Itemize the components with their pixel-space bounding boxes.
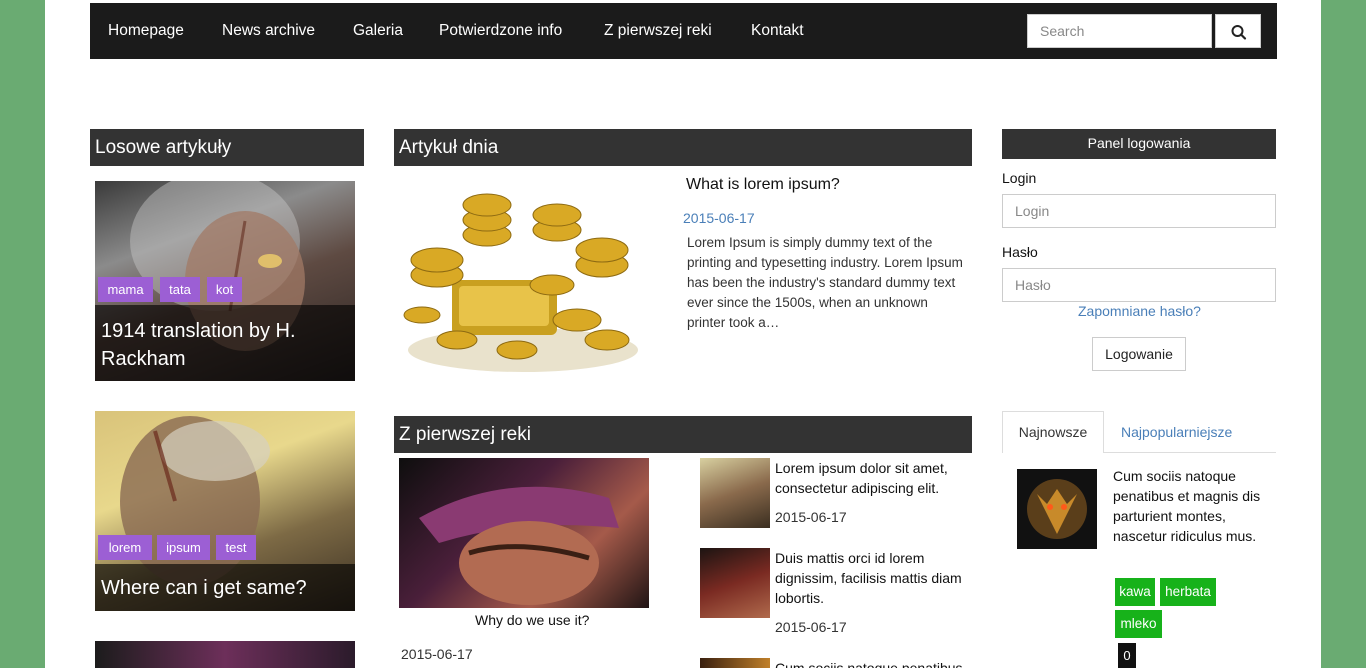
- search-icon: [1231, 25, 1247, 40]
- count-badge: 0: [1118, 643, 1136, 668]
- search-input[interactable]: [1027, 14, 1212, 48]
- article-of-day-excerpt: Lorem Ipsum is simply dummy text of the …: [687, 235, 963, 330]
- login-button[interactable]: Logowanie: [1092, 337, 1186, 371]
- tag-lorem[interactable]: lorem: [98, 535, 152, 560]
- nav-homepage[interactable]: Homepage: [108, 22, 184, 40]
- article-of-day-header: Artykuł dnia: [394, 129, 972, 166]
- tab-newest[interactable]: Najnowsze: [1002, 411, 1104, 453]
- tag-kawa[interactable]: kawa: [1115, 578, 1155, 606]
- first-hand-header: Z pierwszej reki: [394, 416, 972, 453]
- wolf-medallion-image: [1027, 479, 1087, 539]
- random-article-title[interactable]: 1914 translation by H. Rackham: [95, 305, 355, 381]
- nav-potwierdzone-info[interactable]: Potwierdzone info: [439, 22, 562, 40]
- forgot-password-link[interactable]: Zapomniane hasło?: [1078, 303, 1201, 319]
- random-article-card-2[interactable]: Where can i get same?: [95, 411, 355, 611]
- tag-tata[interactable]: tata: [160, 277, 200, 302]
- popular-entry-thumb[interactable]: [1017, 469, 1097, 549]
- gold-coins-graphic: [403, 193, 638, 372]
- login-label: Login: [1002, 170, 1037, 186]
- tabs-divider: [1104, 452, 1276, 453]
- tag-mleko[interactable]: mleko: [1115, 610, 1162, 638]
- random-article-card-3[interactable]: [95, 641, 355, 668]
- first-hand-thumb-1[interactable]: [700, 458, 770, 528]
- first-hand-item-title[interactable]: Lorem ipsum dolor sit amet, consectetur …: [775, 458, 975, 498]
- tab-most-popular[interactable]: Najpopularniejsze: [1121, 424, 1232, 440]
- nav-kontakt[interactable]: Kontakt: [751, 22, 804, 40]
- top-navbar: Homepage News archive Galeria Potwierdzo…: [90, 3, 1277, 59]
- popular-entry-text[interactable]: Cum sociis natoque penatibus et magnis d…: [1113, 466, 1263, 546]
- page-container: Homepage News archive Galeria Potwierdzo…: [45, 0, 1321, 668]
- nav-news-archive[interactable]: News archive: [222, 22, 315, 40]
- password-label: Hasło: [1002, 244, 1038, 260]
- random-articles-header: Losowe artykuły: [90, 129, 364, 166]
- tag-mama[interactable]: mama: [98, 277, 153, 302]
- nav-galeria[interactable]: Galeria: [353, 22, 403, 40]
- first-hand-item-title[interactable]: Cum sociis natoque penatibus: [775, 658, 975, 668]
- tag-kot[interactable]: kot: [207, 277, 242, 302]
- first-hand-thumb-2[interactable]: [700, 548, 770, 618]
- login-panel-header: Panel logowania: [1002, 129, 1276, 159]
- article-of-day-title[interactable]: What is lorem ipsum?: [686, 176, 840, 194]
- first-hand-main-image[interactable]: [399, 458, 649, 608]
- gold-coins-image[interactable]: [397, 180, 649, 376]
- first-hand-item-date: 2015-06-17: [775, 509, 847, 525]
- first-hand-thumb-3[interactable]: [700, 658, 770, 668]
- search-button[interactable]: [1215, 14, 1261, 48]
- bandit-portrait-image: [419, 486, 619, 605]
- nav-z-pierwszej-reki[interactable]: Z pierwszej reki: [604, 22, 712, 40]
- tag-herbata[interactable]: herbata: [1160, 578, 1216, 606]
- random-article-title[interactable]: Where can i get same?: [95, 564, 355, 611]
- first-hand-main-date: 2015-06-17: [401, 646, 473, 662]
- tag-ipsum[interactable]: ipsum: [157, 535, 210, 560]
- first-hand-item-title[interactable]: Duis mattis orci id lorem dignissim, fac…: [775, 548, 975, 608]
- article-of-day-date: 2015-06-17: [683, 210, 755, 226]
- first-hand-main-caption[interactable]: Why do we use it?: [475, 612, 589, 628]
- tag-test[interactable]: test: [216, 535, 256, 560]
- password-input[interactable]: [1002, 268, 1276, 302]
- first-hand-item-date: 2015-06-17: [775, 619, 847, 635]
- login-input[interactable]: [1002, 194, 1276, 228]
